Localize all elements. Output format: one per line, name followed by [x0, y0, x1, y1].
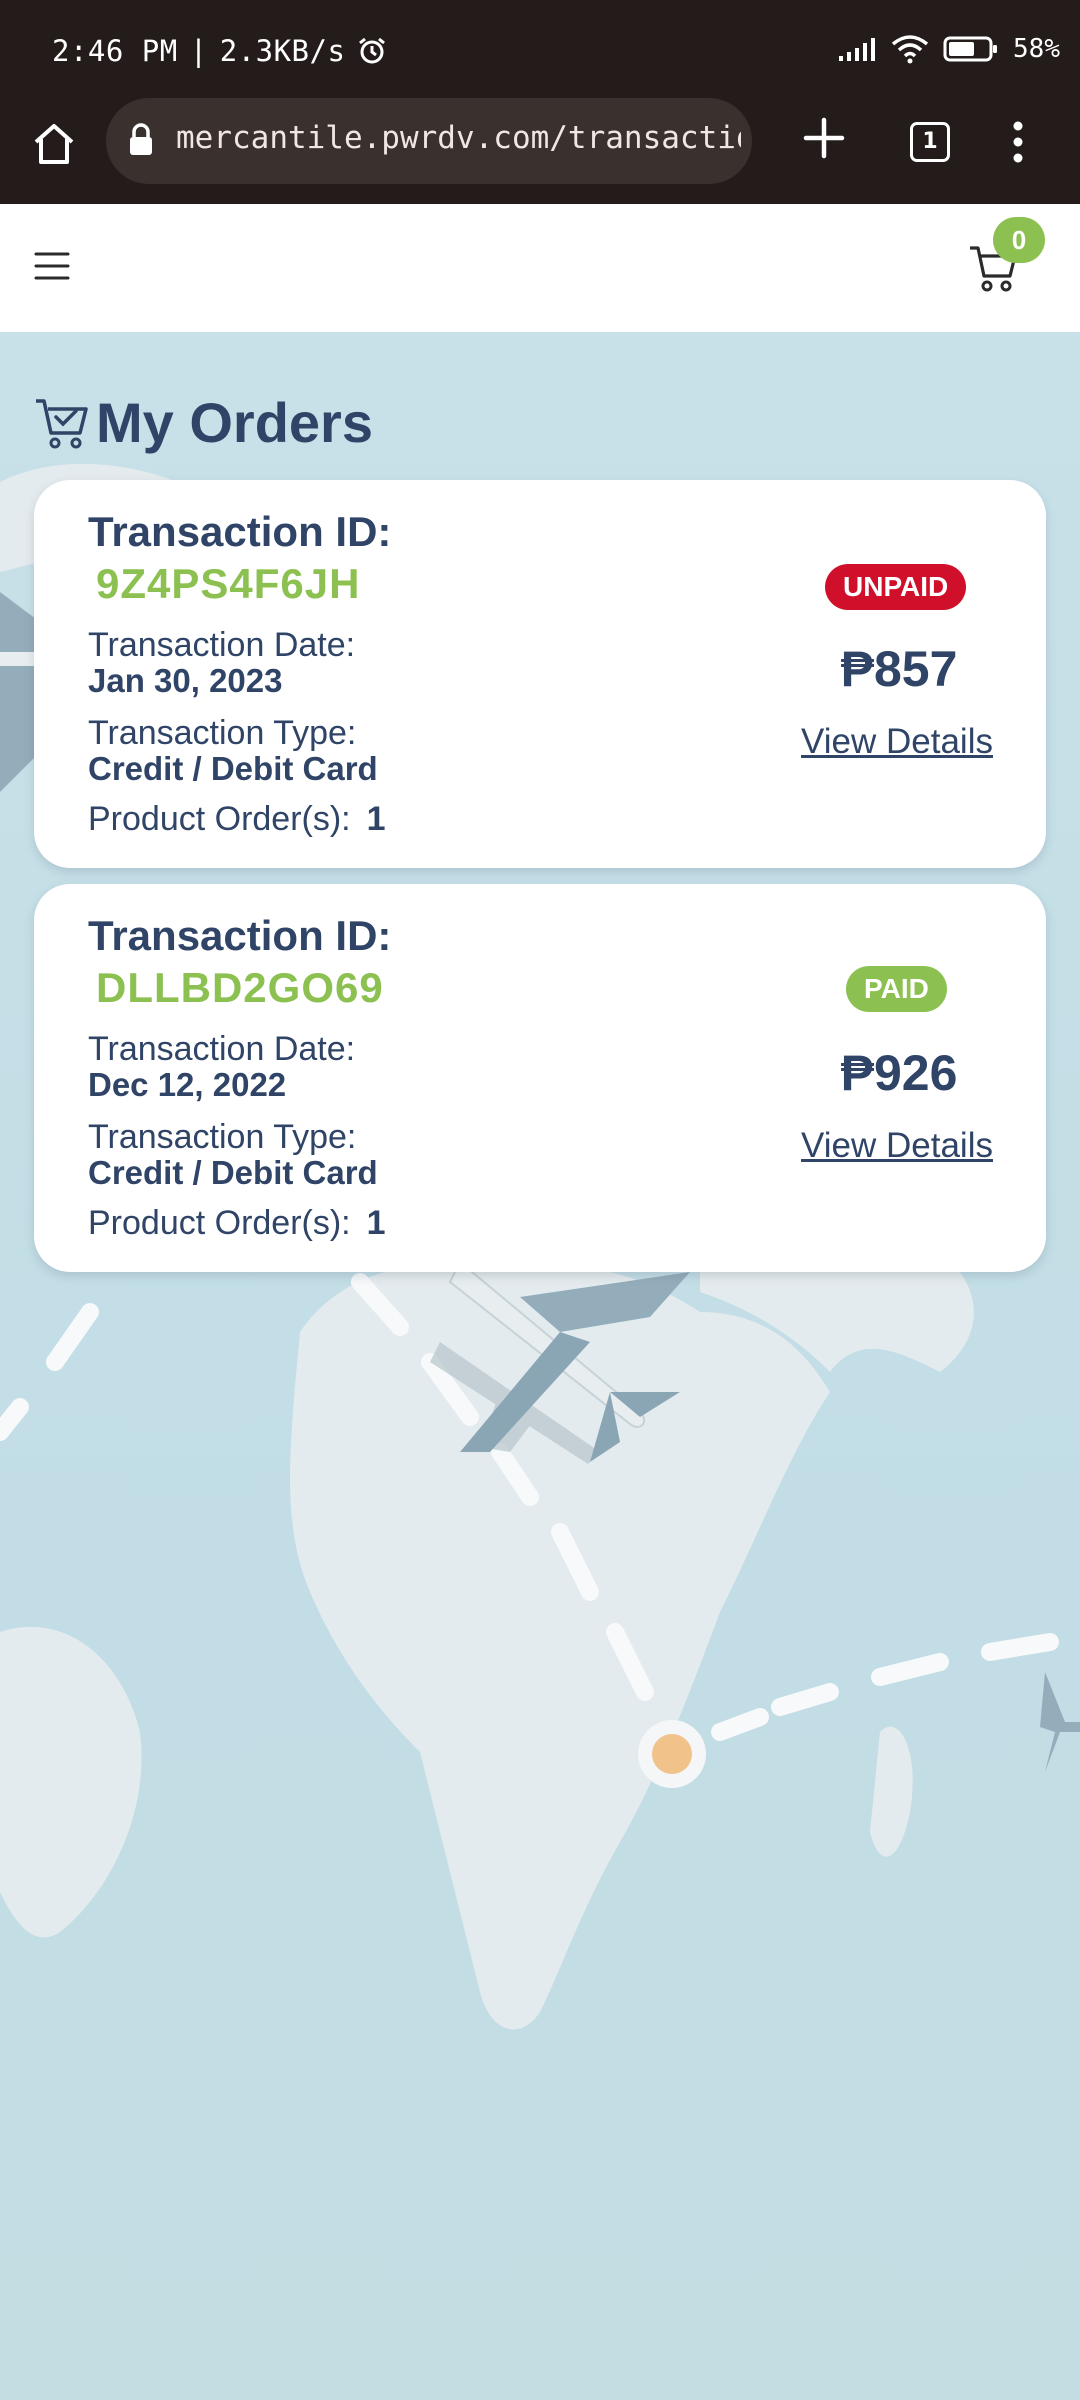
view-details-link[interactable]: View Details	[732, 1126, 1062, 1166]
new-tab-icon[interactable]	[800, 114, 848, 162]
lock-icon	[130, 123, 152, 155]
product-orders-label: Product Order(s):	[88, 1204, 351, 1242]
more-options-icon[interactable]	[1004, 118, 1032, 166]
cart-check-icon	[36, 398, 88, 448]
status-right: 58%	[837, 34, 1060, 64]
signal-icon	[839, 38, 876, 61]
cart-count-badge: 0	[993, 217, 1045, 263]
transaction-type: Credit / Debit Card	[88, 750, 378, 787]
product-orders-count: 1	[366, 800, 386, 838]
transaction-type-label: Transaction Type:	[88, 1118, 357, 1156]
order-price: ₱926	[840, 1045, 958, 1101]
status-left: 2:46 PM | 2.3KB/s	[52, 34, 387, 68]
transaction-date: Jan 30, 2023	[88, 662, 283, 699]
hamburger-menu-icon[interactable]	[34, 250, 70, 282]
transaction-date-label: Transaction Date:	[88, 626, 356, 664]
battery-icon	[943, 36, 998, 62]
status-separator: |	[189, 34, 208, 68]
transaction-id: DLLBD2GO69	[96, 964, 384, 1011]
battery-percent: 58%	[1013, 34, 1060, 64]
order-card: Transaction ID: DLLBD2GO69 Transaction D…	[34, 884, 1046, 1272]
network-speed: 2.3KB/s	[219, 34, 346, 68]
transaction-id-label: Transaction ID:	[88, 508, 392, 555]
product-orders-count: 1	[366, 1204, 386, 1242]
order-price: ₱857	[840, 641, 958, 697]
order-card: Transaction ID: 9Z4PS4F6JH Transaction D…	[34, 480, 1046, 868]
product-orders: Product Order(s): 1	[88, 1204, 386, 1243]
tab-switcher-button[interactable]: 1	[910, 122, 950, 162]
transaction-type-label: Transaction Type:	[88, 714, 357, 752]
status-time: 2:46 PM	[52, 34, 178, 68]
address-bar[interactable]: mercantile.pwrdv.com/transactions	[106, 98, 752, 184]
page-title: My Orders	[34, 390, 373, 455]
transaction-id: 9Z4PS4F6JH	[96, 560, 361, 607]
product-orders: Product Order(s): 1	[88, 800, 386, 839]
page-heading: My Orders	[96, 391, 373, 454]
view-details-link[interactable]: View Details	[732, 722, 1062, 762]
url-text[interactable]: mercantile.pwrdv.com/transactions	[176, 120, 741, 156]
product-orders-label: Product Order(s):	[88, 800, 351, 838]
transaction-id-label: Transaction ID:	[88, 912, 392, 959]
wifi-icon	[891, 35, 929, 64]
status-bar: 2:46 PM | 2.3KB/s 58%	[0, 0, 1080, 100]
transaction-date-label: Transaction Date:	[88, 1030, 356, 1068]
transaction-date: Dec 12, 2022	[88, 1066, 287, 1103]
main-content: My Orders Transaction ID: 9Z4PS4F6JH Tra…	[0, 332, 1080, 2400]
transaction-type: Credit / Debit Card	[88, 1154, 378, 1191]
status-badge-paid: PAID	[846, 966, 947, 1012]
site-header: 0	[0, 204, 1080, 332]
alarm-icon	[359, 37, 386, 64]
home-icon[interactable]	[30, 120, 78, 168]
status-badge-unpaid: UNPAID	[825, 564, 967, 610]
